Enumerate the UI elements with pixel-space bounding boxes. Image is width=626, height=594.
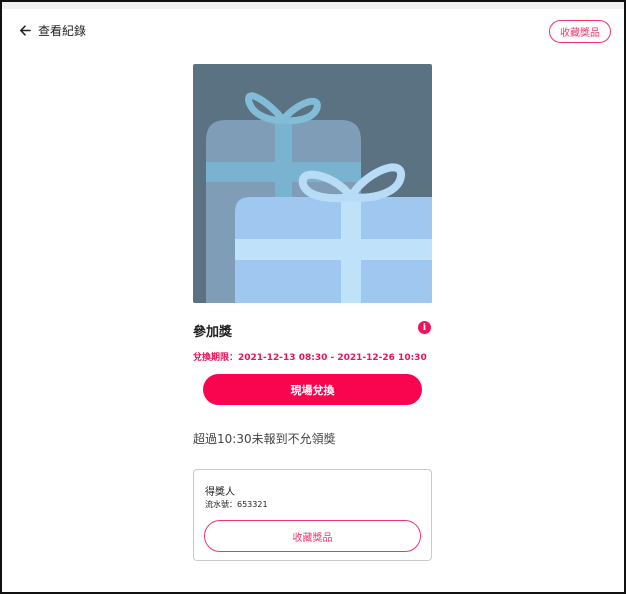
arrow-left-icon bbox=[20, 25, 31, 36]
info-icon[interactable]: i bbox=[418, 321, 431, 334]
favorite-prize-button-top[interactable]: 收藏獎品 bbox=[549, 20, 611, 43]
onsite-redeem-button[interactable]: 現場兌換 bbox=[203, 374, 422, 405]
top-strip bbox=[2, 2, 624, 9]
back-to-records-button[interactable]: 查看紀錄 bbox=[19, 22, 86, 39]
favorite-prize-button[interactable]: 收藏獎品 bbox=[204, 520, 421, 552]
serial-number: 流水號：653321 bbox=[205, 500, 268, 509]
winner-card: 得獎人 流水號：653321 收藏獎品 bbox=[193, 469, 432, 561]
winner-label: 得獎人 bbox=[205, 487, 235, 498]
prize-title: 參加獎 bbox=[193, 325, 233, 340]
gift-boxes-image bbox=[193, 64, 432, 303]
pickup-notice: 超過10:30未報到不允領獎 bbox=[193, 432, 336, 446]
back-label: 查看紀錄 bbox=[38, 24, 87, 38]
redeem-period: 兌換期限：2021-12-13 08:30 - 2021-12-26 10:30 bbox=[193, 353, 427, 363]
prize-image bbox=[193, 64, 432, 303]
